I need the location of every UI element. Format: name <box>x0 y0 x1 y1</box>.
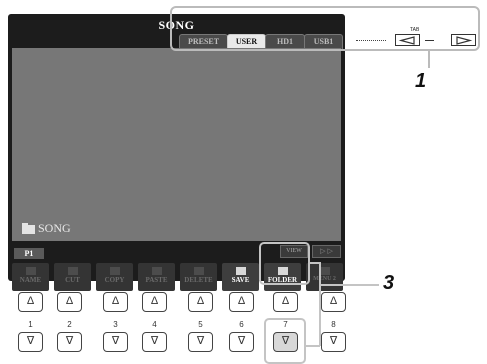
button-number-5: 5 <box>198 320 203 329</box>
button-number-6: 6 <box>239 320 244 329</box>
delete-button[interactable]: DELETE <box>180 263 217 291</box>
tab-dash <box>425 40 434 41</box>
left-triangle-icon <box>398 35 415 45</box>
delete-button-label: DELETE <box>184 276 213 284</box>
button-8-up[interactable]: Δ <box>321 292 346 312</box>
save-button[interactable]: SAVE <box>222 263 259 291</box>
button-2-down[interactable]: ∇ <box>57 332 82 352</box>
paste-button-label: PASTE <box>145 276 168 284</box>
menu-button-label: MENU 2 <box>313 276 336 282</box>
copy-button-label: COPY <box>104 276 125 284</box>
tab-leader-line <box>356 40 386 41</box>
name-button-label: NAME <box>19 276 42 284</box>
callout-3: 3 <box>383 272 395 294</box>
name-button[interactable]: NAME <box>12 263 49 291</box>
cut-button[interactable]: CUT <box>54 263 91 291</box>
lcd-screen: SONG PRESET USER HD1 USB1 SONG P1 VIEW ▷… <box>8 14 345 291</box>
button-1-down[interactable]: ∇ <box>18 332 43 352</box>
copy-icon <box>109 267 120 275</box>
button-number-8: 8 <box>331 320 336 329</box>
save-icon <box>235 267 246 275</box>
button-3-down[interactable]: ∇ <box>103 332 128 352</box>
paste-button[interactable]: PASTE <box>138 263 175 291</box>
folder-button-highlight <box>259 242 310 285</box>
button-4-down[interactable]: ∇ <box>142 332 167 352</box>
menu-icon <box>319 267 330 275</box>
file-list-area[interactable] <box>12 48 341 241</box>
button-number-2: 2 <box>67 320 72 329</box>
tab-right-button[interactable] <box>451 34 476 46</box>
page-nav-button[interactable]: ▷ ▷ <box>312 245 341 258</box>
callout-1-leader <box>428 51 430 68</box>
callout-3-leader-bottom <box>306 345 320 347</box>
button-7-down[interactable]: ∇ <box>273 332 298 352</box>
button-3-up[interactable]: Δ <box>103 292 128 312</box>
callout-3-leader-top <box>310 262 320 264</box>
callout-1: 1 <box>415 70 427 92</box>
menu-button[interactable]: MENU 2 <box>306 263 343 291</box>
page-badge: P1 <box>14 248 44 259</box>
paste-icon <box>151 267 162 275</box>
button-2-up[interactable]: Δ <box>57 292 82 312</box>
save-button-label: SAVE <box>231 276 250 284</box>
tab-label: TAB <box>410 27 420 33</box>
folder-icon <box>22 223 35 234</box>
button-number-7: 7 <box>283 320 288 329</box>
button-5-down[interactable]: ∇ <box>188 332 213 352</box>
copy-button[interactable]: COPY <box>96 263 133 291</box>
button-1-up[interactable]: Δ <box>18 292 43 312</box>
delete-icon <box>193 267 204 275</box>
name-icon <box>25 267 36 275</box>
button-number-4: 4 <box>152 320 157 329</box>
button-8-down[interactable]: ∇ <box>321 332 346 352</box>
right-triangle-icon <box>455 35 472 45</box>
current-folder-label: SONG <box>38 221 71 235</box>
button-7-up[interactable]: Δ <box>273 292 298 312</box>
button-number-3: 3 <box>113 320 118 329</box>
button-6-down[interactable]: ∇ <box>229 332 254 352</box>
button-6-up[interactable]: Δ <box>229 292 254 312</box>
tab-left-button[interactable] <box>395 34 420 46</box>
callout-3-leader <box>321 284 379 286</box>
button-4-up[interactable]: Δ <box>142 292 167 312</box>
button-number-1: 1 <box>28 320 33 329</box>
tab-callout-frame <box>170 6 480 51</box>
button-5-up[interactable]: Δ <box>188 292 213 312</box>
cut-button-label: CUT <box>65 276 80 284</box>
cut-icon <box>67 267 78 275</box>
